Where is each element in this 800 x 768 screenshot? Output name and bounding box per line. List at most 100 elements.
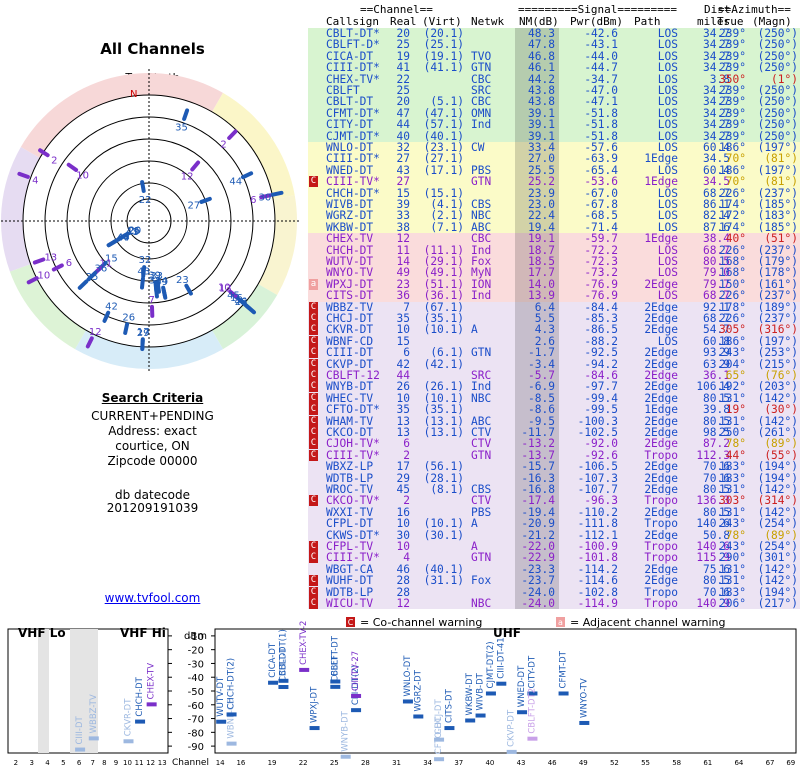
col-virt: (Virt) (422, 15, 462, 28)
station-label: 30 (258, 192, 271, 203)
x-tick-label: 61 (703, 759, 712, 767)
station-bar-label: CHEX-TV-2 (299, 621, 309, 665)
co-channel-warning-icon: C (309, 347, 318, 359)
cell-tru: 40° (725, 232, 746, 246)
cell-real: 41 (396, 61, 410, 75)
cell-pwr: -114.6 (577, 574, 618, 588)
co-channel-warning-icon: C (309, 301, 318, 313)
cell-net: NBC (471, 597, 492, 610)
station-label: 27 (187, 201, 200, 212)
table-row: CITY-DT 44 (57.1) Ind 39.1 -51.8 LOS 34.7 239° (2… (308, 118, 800, 132)
cell-nm: 25.2 (528, 175, 555, 189)
station-bar-label: CIII-DT-41 (496, 637, 506, 678)
group-azimuth: ==Azimuth== (718, 3, 791, 16)
station-mark (140, 180, 146, 193)
cell-virt: (31.1) (423, 574, 464, 588)
x-tick-label: 22 (299, 759, 308, 767)
station-label: 10 (76, 171, 89, 182)
tvfool-link[interactable]: www.tvfool.com (0, 591, 305, 606)
co-channel-warning-icon: C (309, 552, 318, 564)
station-bar-label: CKVP-DT (507, 709, 517, 747)
cell-mag: (253°) (757, 346, 798, 360)
x-tick-label: 28 (361, 759, 370, 767)
co-channel-warning-icon: C (309, 313, 318, 324)
co-channel-warning-icon: C (309, 324, 318, 336)
x-tick-label: 43 (517, 759, 526, 767)
station-bar (226, 712, 237, 717)
col-netwk: Netwk (471, 15, 505, 28)
station-bar-label: WKBW-DT (465, 672, 475, 715)
cell-call: WUHF-DT (326, 574, 374, 588)
cell-pwr: -106.5 (577, 460, 618, 474)
x-tick-label: 10 (123, 759, 132, 767)
table-row: CIII-DT* 41 (41.1) GTN 46.1 -44.7 LOS 34.7 239°(… (308, 61, 800, 75)
group-signal: =========Signal========= (518, 3, 677, 16)
station-bar (402, 699, 413, 704)
cell-virt: (6.1) (430, 346, 464, 360)
station-bar (146, 702, 157, 707)
station-bar (465, 718, 476, 723)
cell-mag: (250°) (757, 61, 798, 75)
cell-tru: 243° (719, 346, 746, 360)
cell-virt: (30.1) (423, 528, 464, 542)
spectrum-chart: VHF Lo VHF Hi UHFdBm-10-20-30-40-50-60-70-… (7, 616, 797, 768)
col-real: Real (390, 15, 417, 28)
cell-real: 35 (396, 403, 410, 417)
co-channel-warning-icon: C (309, 598, 318, 609)
station-bar (226, 741, 237, 746)
x-tick-label: 19 (268, 759, 277, 767)
station-label: 7 (149, 295, 155, 306)
cell-pwr: -114.9 (577, 597, 618, 610)
cell-real: 12 (396, 232, 410, 246)
station-label: 28 (235, 297, 248, 308)
table-row: WUHF-DT 28 (31.1) Fox -23.7 -114.6 2Edge 80.5 13… (308, 574, 800, 588)
group-channel: ==Channel== (360, 3, 433, 16)
station-label: 22 (139, 195, 152, 206)
cell-mag: (81°) (764, 175, 798, 189)
table-row: WICU-TV 12 NBC -24.0 -114.9 Tropo 140.9 206° (21… (308, 598, 800, 609)
cell-net: Fox (471, 574, 492, 588)
cell-mag: (30°) (764, 403, 798, 417)
station-bar (309, 726, 320, 731)
y-tick-label: -90 (188, 742, 204, 753)
cell-tru: 131° (719, 574, 746, 588)
table-row: CIII-DT 6 (6.1) GTN -1.7 -92.5 2Edge 93.9 243° (2… (308, 346, 800, 360)
panel-label-vhf_lo: VHF Lo (18, 626, 66, 640)
cell-path: 1Edge (644, 232, 678, 246)
station-label: 13 (44, 253, 57, 264)
cell-path: 1Edge (644, 403, 678, 417)
station-label: 32 (139, 255, 152, 266)
cell-virt: (41.1) (423, 61, 464, 75)
cell-real: 27 (396, 175, 410, 189)
station-bar (351, 708, 362, 713)
cell-pwr: -44.7 (584, 61, 618, 75)
cell-virt: (10.1) (423, 517, 464, 531)
legend-mark: C (348, 618, 354, 627)
cell-path: LOS (657, 118, 678, 132)
cell-real: 36 (396, 289, 410, 303)
station-label: 12 (181, 172, 194, 183)
cell-path: 2Edge (644, 460, 678, 474)
cell-nm: -23.7 (521, 574, 555, 588)
station-bar-label: WNED-DT (517, 665, 527, 707)
co-channel-warning-icon: C (309, 449, 318, 461)
cell-nm: 39.1 (528, 118, 555, 132)
station-bar-label: CFTO-DT (434, 716, 444, 754)
station-bar (278, 685, 289, 690)
cell-virt: (8.1) (430, 483, 464, 496)
cell-call: CIII-DT* (326, 61, 380, 75)
col-pwr: Pwr(dBm) (570, 15, 623, 28)
co-channel-warning-icon: C (309, 586, 318, 598)
x-tick-label: 58 (672, 759, 681, 767)
x-tick-label: 8 (102, 759, 106, 767)
cell-call: CHEX-TV (326, 232, 374, 246)
station-label: 40 (117, 232, 130, 243)
x-tick-label: 2 (14, 759, 18, 767)
cell-pwr: -99.5 (584, 403, 618, 417)
x-axis-label: Channel (172, 758, 209, 768)
x-tick-label: 46 (548, 759, 557, 767)
station-bar-label: CBLFT-DT2 (527, 688, 537, 734)
cell-real: 6 (403, 346, 410, 360)
station-bar-label: WIVB-DT (476, 672, 486, 710)
vhf-gap-shade (38, 629, 49, 753)
